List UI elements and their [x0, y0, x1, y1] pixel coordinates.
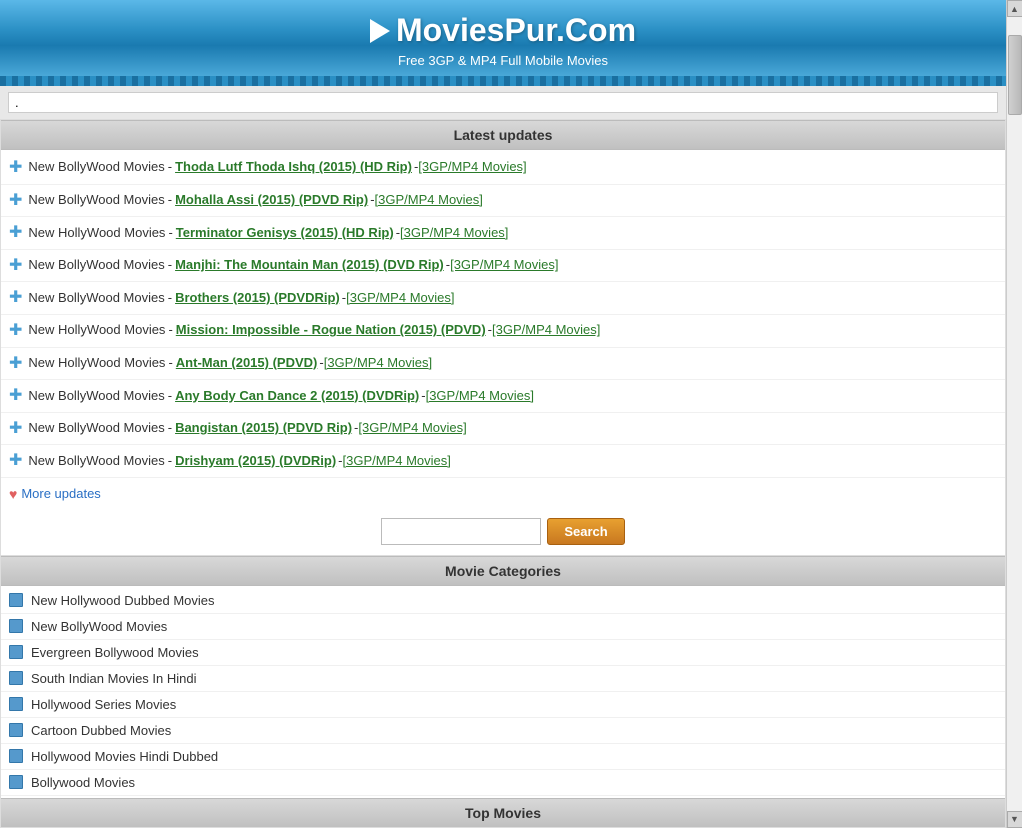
search-input[interactable] — [381, 518, 541, 545]
list-item[interactable]: ✚ New BollyWood Movies - Mohalla Assi (2… — [1, 185, 1005, 218]
category-link[interactable]: Cartoon Dubbed Movies — [31, 723, 171, 738]
format-link[interactable]: [3GP/MP4 Movies] — [400, 223, 508, 244]
movie-link[interactable]: Manjhi: The Mountain Man (2015) (DVD Rip… — [175, 255, 444, 276]
list-item[interactable]: ✚ New BollyWood Movies - Brothers (2015)… — [1, 282, 1005, 315]
list-item[interactable]: South Indian Movies In Hindi — [1, 666, 1005, 692]
category-label: New HollyWood Movies — [28, 223, 165, 244]
category-label: New BollyWood Movies — [28, 190, 164, 211]
category-link[interactable]: South Indian Movies In Hindi — [31, 671, 196, 686]
logo[interactable]: MoviesPur.Com — [0, 12, 1006, 49]
plus-icon: ✚ — [9, 220, 22, 246]
category-icon — [9, 697, 23, 711]
plus-icon: ✚ — [9, 416, 22, 442]
more-updates[interactable]: ♥ More updates — [1, 480, 1005, 508]
category-label: New HollyWood Movies — [28, 320, 165, 341]
format-link[interactable]: [3GP/MP4 Movies] — [346, 288, 454, 309]
scroll-up-arrow[interactable]: ▲ — [1007, 0, 1022, 17]
plus-icon: ✚ — [9, 188, 22, 214]
format-link[interactable]: [3GP/MP4 Movies] — [450, 255, 558, 276]
search-button[interactable]: Search — [547, 518, 624, 545]
list-item[interactable]: ✚ New BollyWood Movies - Any Body Can Da… — [1, 380, 1005, 413]
scrollbar-thumb[interactable] — [1008, 35, 1022, 115]
category-label: New BollyWood Movies — [28, 386, 164, 407]
latest-updates-header: Latest updates — [1, 120, 1005, 150]
category-icon — [9, 723, 23, 737]
category-link[interactable]: New Hollywood Dubbed Movies — [31, 593, 215, 608]
plus-icon: ✚ — [9, 318, 22, 344]
category-label: New BollyWood Movies — [28, 418, 164, 439]
categories-list: New Hollywood Dubbed Movies New BollyWoo… — [1, 586, 1005, 798]
plus-icon: ✚ — [9, 383, 22, 409]
category-icon — [9, 645, 23, 659]
more-updates-link[interactable]: More updates — [21, 486, 101, 501]
wave-divider — [0, 76, 1006, 86]
scrollbar[interactable]: ▲ ▼ — [1006, 0, 1022, 828]
list-item[interactable]: ✚ New BollyWood Movies - Bangistan (2015… — [1, 413, 1005, 446]
list-item[interactable]: ✚ New HollyWood Movies - Ant-Man (2015) … — [1, 348, 1005, 381]
list-item[interactable]: Hollywood Series Movies — [1, 692, 1005, 718]
format-link[interactable]: [3GP/MP4 Movies] — [343, 451, 451, 472]
top-movies-header: Top Movies — [1, 798, 1005, 827]
movie-link[interactable]: Thoda Lutf Thoda Ishq (2015) (HD Rip) — [175, 157, 412, 178]
site-header: MoviesPur.Com Free 3GP & MP4 Full Mobile… — [0, 0, 1006, 76]
category-icon — [9, 775, 23, 789]
category-label: New HollyWood Movies — [28, 353, 165, 374]
category-icon — [9, 593, 23, 607]
format-link[interactable]: [3GP/MP4 Movies] — [426, 386, 534, 407]
movie-link[interactable]: Mohalla Assi (2015) (PDVD Rip) — [175, 190, 368, 211]
movie-link[interactable]: Ant-Man (2015) (PDVD) — [176, 353, 318, 374]
category-link[interactable]: New BollyWood Movies — [31, 619, 167, 634]
search-section: Search — [1, 508, 1005, 556]
list-item[interactable]: ✚ New HollyWood Movies - Terminator Geni… — [1, 217, 1005, 250]
list-item[interactable]: ✚ New BollyWood Movies - Drishyam (2015)… — [1, 445, 1005, 478]
scroll-down-arrow[interactable]: ▼ — [1007, 811, 1022, 828]
heart-icon: ♥ — [9, 486, 17, 502]
movie-link[interactable]: Bangistan (2015) (PDVD Rip) — [175, 418, 352, 439]
category-icon — [9, 671, 23, 685]
plus-icon: ✚ — [9, 351, 22, 377]
category-label: New BollyWood Movies — [28, 157, 164, 178]
plus-icon: ✚ — [9, 285, 22, 311]
category-icon — [9, 749, 23, 763]
updates-list: ✚ New BollyWood Movies - Thoda Lutf Thod… — [1, 150, 1005, 480]
top-search-input[interactable] — [15, 95, 991, 110]
list-item[interactable]: Cartoon Dubbed Movies — [1, 718, 1005, 744]
category-label: New BollyWood Movies — [28, 451, 164, 472]
format-link[interactable]: [3GP/MP4 Movies] — [358, 418, 466, 439]
list-item[interactable]: ✚ New HollyWood Movies - Mission: Imposs… — [1, 315, 1005, 348]
movie-categories-header: Movie Categories — [1, 556, 1005, 586]
movie-link[interactable]: Brothers (2015) (PDVDRip) — [175, 288, 340, 309]
category-icon — [9, 619, 23, 633]
category-label: New BollyWood Movies — [28, 288, 164, 309]
site-title: MoviesPur.Com — [396, 12, 636, 49]
list-item[interactable]: New BollyWood Movies — [1, 614, 1005, 640]
format-link[interactable]: [3GP/MP4 Movies] — [324, 353, 432, 374]
movie-link[interactable]: Terminator Genisys (2015) (HD Rip) — [176, 223, 394, 244]
main-content: Latest updates ✚ New BollyWood Movies - … — [0, 119, 1006, 828]
plus-icon: ✚ — [9, 155, 22, 181]
site-subtitle: Free 3GP & MP4 Full Mobile Movies — [0, 53, 1006, 68]
category-label: New BollyWood Movies — [28, 255, 164, 276]
category-link[interactable]: Evergreen Bollywood Movies — [31, 645, 199, 660]
list-item[interactable]: ✚ New BollyWood Movies - Thoda Lutf Thod… — [1, 152, 1005, 185]
movie-link[interactable]: Mission: Impossible - Rogue Nation (2015… — [176, 320, 486, 341]
format-link[interactable]: [3GP/MP4 Movies] — [418, 157, 526, 178]
movie-link[interactable]: Any Body Can Dance 2 (2015) (DVDRip) — [175, 386, 419, 407]
plus-icon: ✚ — [9, 448, 22, 474]
category-link[interactable]: Hollywood Movies Hindi Dubbed — [31, 749, 218, 764]
list-item[interactable]: Bollywood Movies — [1, 770, 1005, 796]
plus-icon: ✚ — [9, 253, 22, 279]
list-item[interactable]: New Hollywood Dubbed Movies — [1, 588, 1005, 614]
list-item[interactable]: Hollywood Movies Hindi Dubbed — [1, 744, 1005, 770]
movie-link[interactable]: Drishyam (2015) (DVDRip) — [175, 451, 336, 472]
category-link[interactable]: Hollywood Series Movies — [31, 697, 176, 712]
category-link[interactable]: Bollywood Movies — [31, 775, 135, 790]
list-item[interactable]: ✚ New BollyWood Movies - Manjhi: The Mou… — [1, 250, 1005, 283]
list-item[interactable]: Evergreen Bollywood Movies — [1, 640, 1005, 666]
play-icon — [370, 19, 390, 43]
format-link[interactable]: [3GP/MP4 Movies] — [492, 320, 600, 341]
top-search-bar — [8, 92, 998, 113]
format-link[interactable]: [3GP/MP4 Movies] — [375, 190, 483, 211]
